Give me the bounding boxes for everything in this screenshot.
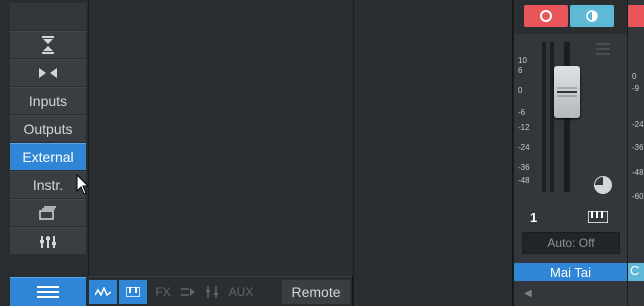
- channel-strip-header: [514, 0, 627, 34]
- next-channel-strip-partial: 0 -9 -24 -36 -48 -60 C: [627, 0, 644, 306]
- instrument-keyboard-icon[interactable]: [587, 210, 609, 226]
- automation-label: Auto: Off: [547, 236, 595, 250]
- collapse-vertical-button[interactable]: [10, 31, 86, 58]
- channel-name-label: Mai Tai: [550, 264, 591, 280]
- pan-dial-icon: [595, 177, 611, 193]
- next-scale-label: -36: [632, 143, 644, 152]
- scale-label: 6: [518, 66, 523, 75]
- next-scale-label: -9: [632, 84, 640, 93]
- monitor-icon: [586, 10, 598, 22]
- nav-instruments[interactable]: Instr.: [10, 171, 86, 198]
- scale-label: -6: [518, 108, 526, 117]
- menu-icon: [37, 286, 59, 298]
- aux-label: AUX: [228, 285, 254, 299]
- next-channel-name-label: C: [630, 263, 640, 278]
- fx-label: FX: [155, 285, 171, 299]
- next-scale-label: -24: [632, 120, 644, 129]
- keyboard-button[interactable]: [119, 280, 147, 304]
- channel-strip: 10 6 0 -6 -12 -24 -36 -48 1 Auto: Off Ma…: [513, 0, 627, 306]
- scale-label: 0: [518, 86, 523, 95]
- next-scale-label: -48: [632, 168, 644, 177]
- scale-label: -24: [518, 143, 530, 152]
- sends-button[interactable]: [201, 280, 223, 304]
- mixer-navigation: Inputs Outputs External Instr.: [0, 0, 90, 306]
- nav-external[interactable]: External: [10, 143, 86, 170]
- scale-label: -36: [518, 163, 530, 172]
- collapse-horizontal-button[interactable]: [10, 59, 86, 86]
- volume-fader[interactable]: [554, 66, 580, 118]
- nav-inputs[interactable]: Inputs: [10, 87, 86, 114]
- strip-menu-icon[interactable]: [596, 42, 610, 60]
- remote-button[interactable]: Remote: [282, 280, 350, 304]
- remote-label: Remote: [291, 284, 341, 300]
- mixer-icon: [40, 236, 56, 248]
- scroll-left-arrow-icon[interactable]: ◀: [524, 288, 532, 299]
- automation-mode-select[interactable]: Auto: Off: [522, 232, 620, 254]
- nav-external-label: External: [22, 149, 74, 165]
- nav-outputs[interactable]: Outputs: [10, 115, 86, 142]
- record-icon: [540, 10, 552, 22]
- record-arm-button[interactable]: [524, 5, 568, 27]
- nav-inputs-label: Inputs: [28, 93, 68, 109]
- nav-instruments-label: Instr.: [32, 177, 64, 193]
- nav-header-blank: [10, 3, 86, 30]
- bus-icon: [181, 288, 195, 296]
- channel-number: 1: [530, 210, 538, 225]
- collapse-horizontal-icon: [39, 68, 57, 78]
- waveform-button[interactable]: [89, 280, 117, 304]
- next-channel-name[interactable]: C: [628, 263, 644, 281]
- level-meter-left: [542, 42, 546, 192]
- fx-button[interactable]: FX: [151, 280, 175, 304]
- collapse-vertical-icon: [42, 36, 54, 54]
- next-record-button[interactable]: [628, 5, 644, 27]
- menu-button[interactable]: [10, 277, 86, 306]
- stack-button[interactable]: [10, 199, 86, 226]
- next-scale-label: -60: [632, 192, 644, 201]
- fader-section: 10 6 0 -6 -12 -24 -36 -48: [514, 36, 627, 206]
- monitor-button[interactable]: [570, 5, 614, 27]
- mixer-window: Inputs Outputs External Instr. FX AUX Re…: [0, 0, 644, 306]
- nav-outputs-label: Outputs: [23, 121, 73, 137]
- scale-label: -12: [518, 123, 530, 132]
- stack-icon: [39, 206, 56, 220]
- sends-icon: [206, 286, 218, 298]
- scale-label: -48: [518, 176, 530, 185]
- pan-knob[interactable]: [594, 176, 612, 194]
- next-scale-label: 0: [632, 72, 637, 81]
- browser-panel: [88, 0, 354, 276]
- fader-grip-icon: [557, 87, 577, 97]
- mixer-view-button[interactable]: [10, 227, 86, 254]
- bus-button[interactable]: [177, 280, 199, 304]
- aux-button[interactable]: AUX: [225, 280, 257, 304]
- keyboard-icon: [126, 287, 140, 297]
- mixer-bottom-toolbar: FX AUX Remote: [88, 276, 352, 306]
- scale-label: 10: [518, 56, 527, 65]
- channel-name[interactable]: Mai Tai: [514, 263, 627, 281]
- empty-mixer-area: [353, 0, 512, 306]
- waveform-icon: [95, 287, 111, 297]
